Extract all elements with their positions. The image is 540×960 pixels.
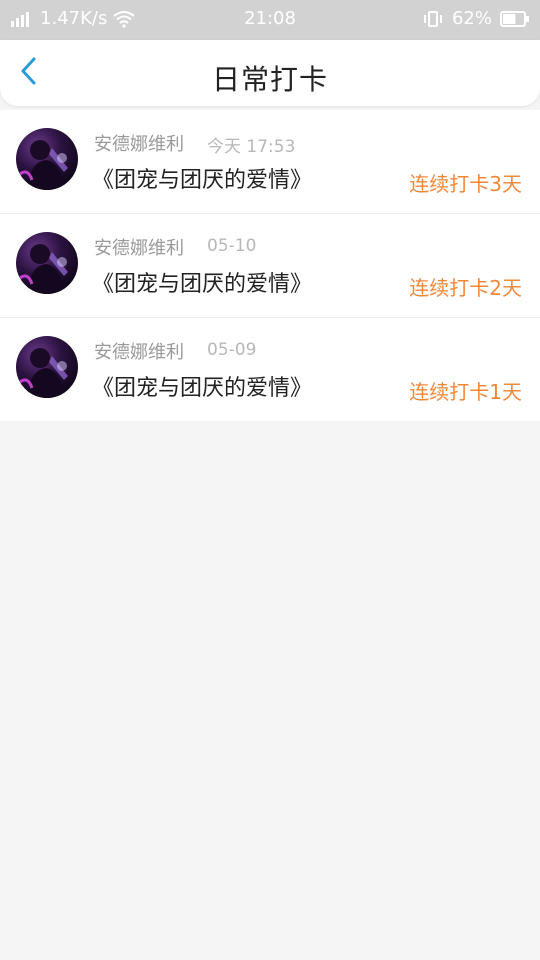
avatar — [16, 336, 78, 398]
vibrate-icon — [422, 10, 444, 28]
book-title: 《团宠与团厌的爱情》 — [92, 272, 313, 297]
book-title: 《团宠与团厌的爱情》 — [92, 168, 313, 193]
page-title: 日常打卡 — [211, 63, 328, 96]
username: 安德娜维利 — [94, 342, 184, 363]
battery-icon — [500, 10, 530, 28]
avatar — [16, 232, 78, 294]
checkin-item[interactable]: 安德娜维利 05-10 《团宠与团厌的爱情》 连续打卡2天 — [0, 214, 540, 318]
status-right: 62% — [422, 8, 530, 29]
checkin-time: 今天 17:53 — [207, 137, 296, 157]
checkin-time: 05-09 — [207, 340, 257, 360]
header: 日常打卡 — [0, 40, 540, 106]
username: 安德娜维利 — [94, 238, 184, 259]
avatar — [16, 128, 78, 190]
status-bar: 1.47K/s 21:08 62% — [0, 0, 540, 40]
checkin-item[interactable]: 安德娜维利 05-09 《团宠与团厌的爱情》 连续打卡1天 — [0, 318, 540, 421]
book-title: 《团宠与团厌的爱情》 — [92, 376, 313, 401]
checkin-list: 安德娜维利 今天 17:53 《团宠与团厌的爱情》 连续打卡3天 安德娜维利 0… — [0, 110, 540, 421]
streak-label: 连续打卡3天 — [409, 172, 522, 196]
checkin-item[interactable]: 安德娜维利 今天 17:53 《团宠与团厌的爱情》 连续打卡3天 — [0, 110, 540, 214]
battery-percent: 62% — [451, 8, 492, 29]
username: 安德娜维利 — [94, 134, 184, 155]
streak-label: 连续打卡2天 — [409, 276, 522, 300]
checkin-time: 05-10 — [207, 236, 257, 256]
streak-label: 连续打卡1天 — [409, 380, 522, 404]
